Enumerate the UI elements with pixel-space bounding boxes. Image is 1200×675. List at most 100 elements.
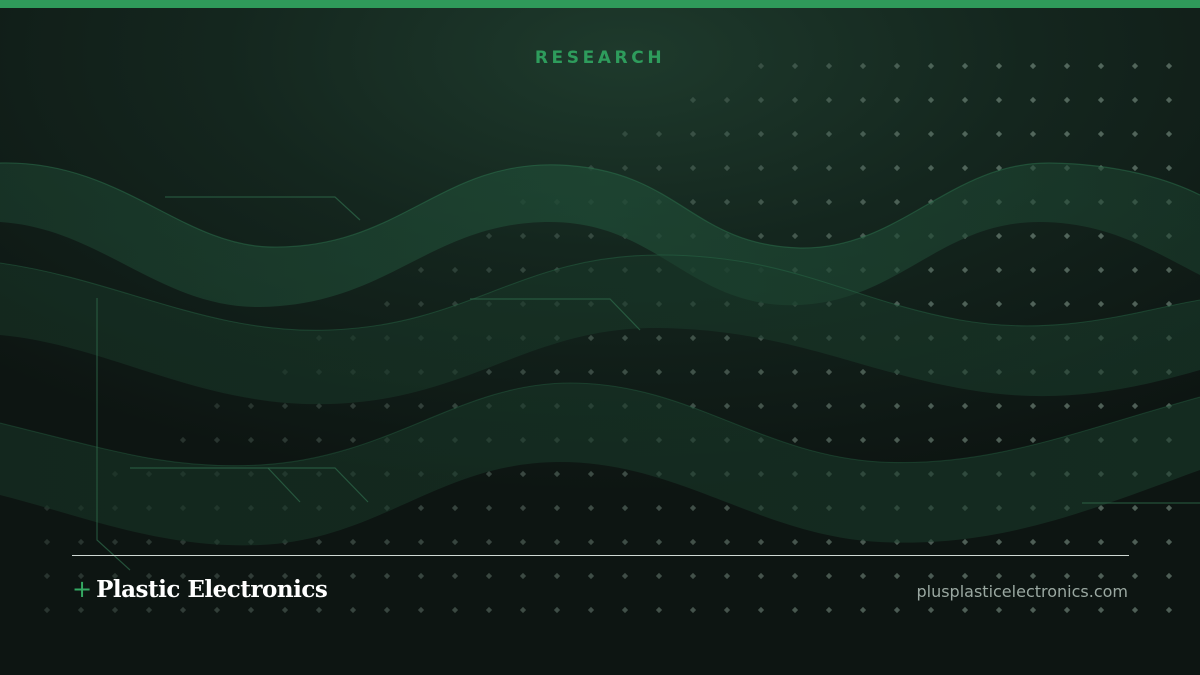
- grid-dot: [1097, 232, 1105, 240]
- grid-dot: [213, 606, 221, 614]
- grid-dot: [1097, 402, 1105, 410]
- grid-dot: [43, 538, 51, 546]
- grid-dot: [1029, 266, 1037, 274]
- grid-dot: [825, 572, 833, 580]
- grid-dot: [791, 96, 799, 104]
- grid-dot: [1131, 266, 1139, 274]
- grid-dot: [757, 572, 765, 580]
- grid-dot: [451, 504, 459, 512]
- grid-dot: [927, 96, 935, 104]
- category-label: RESEARCH: [534, 48, 666, 68]
- grid-dot: [417, 504, 425, 512]
- grid-dot: [1097, 96, 1105, 104]
- grid-dot: [553, 504, 561, 512]
- grid-dot: [1063, 572, 1071, 580]
- grid-dot: [451, 538, 459, 546]
- grid-dot: [655, 504, 663, 512]
- grid-dot: [961, 300, 969, 308]
- grid-dot: [995, 300, 1003, 308]
- grid-dot: [383, 402, 391, 410]
- grid-dot: [77, 606, 85, 614]
- grid-dot: [1131, 300, 1139, 308]
- grid-dot: [553, 470, 561, 478]
- grid-dot: [1029, 538, 1037, 546]
- grid-dot: [893, 572, 901, 580]
- grid-dot: [553, 538, 561, 546]
- grid-dot: [689, 504, 697, 512]
- grid-dot: [689, 96, 697, 104]
- grid-dot: [791, 402, 799, 410]
- grid-dot: [757, 130, 765, 138]
- grid-dot: [757, 232, 765, 240]
- grid-dot: [825, 198, 833, 206]
- grid-dot: [145, 606, 153, 614]
- grid-dot: [485, 232, 493, 240]
- grid-dot: [723, 164, 731, 172]
- grid-dot: [655, 368, 663, 376]
- grid-dot: [859, 572, 867, 580]
- grid-dot: [417, 266, 425, 274]
- grid-dot: [961, 538, 969, 546]
- grid-dot: [315, 606, 323, 614]
- grid-dot: [179, 606, 187, 614]
- grid-dot: [485, 606, 493, 614]
- grid-dot: [553, 368, 561, 376]
- grid-dot: [723, 198, 731, 206]
- grid-dot: [995, 266, 1003, 274]
- grid-dot: [791, 198, 799, 206]
- grid-dot: [825, 538, 833, 546]
- grid-dot: [519, 504, 527, 512]
- grid-dot: [961, 606, 969, 614]
- grid-dot: [655, 606, 663, 614]
- grid-dot: [1165, 572, 1173, 580]
- grid-dot: [621, 470, 629, 478]
- grid-dot: [927, 164, 935, 172]
- grid-dot: [723, 402, 731, 410]
- hero-banner: RESEARCH + Plastic Electronics plusplast…: [0, 0, 1200, 675]
- grid-dot: [1029, 130, 1037, 138]
- grid-dot: [1165, 538, 1173, 546]
- grid-dot: [1131, 96, 1139, 104]
- grid-dot: [553, 232, 561, 240]
- grid-dot: [1165, 606, 1173, 614]
- grid-dot: [1165, 130, 1173, 138]
- grid-dot: [1131, 402, 1139, 410]
- grid-dot: [825, 96, 833, 104]
- grid-dot: [825, 232, 833, 240]
- grid-dot: [1131, 130, 1139, 138]
- plus-icon: +: [72, 575, 93, 603]
- grid-dot: [791, 130, 799, 138]
- grid-dot: [621, 572, 629, 580]
- grid-dot: [1097, 572, 1105, 580]
- grid-dot: [723, 538, 731, 546]
- grid-dot: [553, 606, 561, 614]
- grid-dot: [859, 96, 867, 104]
- grid-dot: [383, 606, 391, 614]
- grid-dot: [1097, 538, 1105, 546]
- grid-dot: [825, 164, 833, 172]
- grid-dot: [587, 538, 595, 546]
- grid-dot: [281, 402, 289, 410]
- grid-dot: [825, 606, 833, 614]
- grid-dot: [791, 572, 799, 580]
- grid-dot: [417, 572, 425, 580]
- grid-dot: [587, 504, 595, 512]
- grid-dot: [961, 402, 969, 410]
- grid-dot: [1063, 606, 1071, 614]
- grid-dot: [485, 572, 493, 580]
- grid-dot: [1063, 266, 1071, 274]
- grid-dot: [1029, 300, 1037, 308]
- grid-dot: [587, 334, 595, 342]
- grid-dot: [349, 436, 357, 444]
- grid-dot: [689, 572, 697, 580]
- grid-dot: [723, 334, 731, 342]
- grid-dot: [1063, 232, 1071, 240]
- grid-dot: [859, 436, 867, 444]
- grid-dot: [927, 572, 935, 580]
- grid-dot: [349, 538, 357, 546]
- grid-dot: [791, 538, 799, 546]
- grid-dot: [519, 266, 527, 274]
- grid-dot: [349, 572, 357, 580]
- website-url: plusplasticelectronics.com: [916, 582, 1128, 601]
- grid-dot: [825, 130, 833, 138]
